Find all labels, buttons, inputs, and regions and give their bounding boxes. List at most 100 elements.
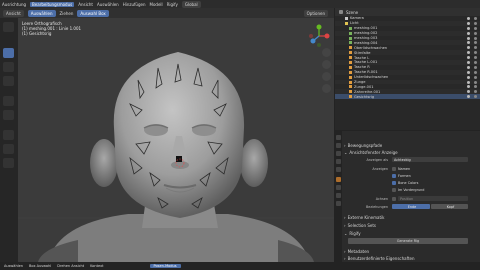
outliner-row[interactable]: meshing.003	[335, 36, 480, 41]
menu-item-rigify[interactable]: Rigify	[167, 2, 178, 7]
grid-view-icon[interactable]	[322, 84, 331, 93]
visibility-eye-icon[interactable]	[467, 36, 470, 40]
render-tab-icon[interactable]	[336, 143, 341, 148]
visibility-eye-icon[interactable]	[467, 46, 470, 50]
outliner-row[interactable]: Tasche R	[335, 65, 480, 70]
annotate-tool-icon[interactable]	[3, 96, 14, 106]
render-camera-icon[interactable]	[474, 85, 477, 89]
3d-viewport[interactable]	[18, 18, 334, 262]
section-viewport-display[interactable]: ⌄ Ansichtsfenster Anzeige	[344, 149, 478, 155]
roll-tool-icon[interactable]	[3, 158, 14, 168]
visibility-eye-icon[interactable]	[467, 65, 470, 69]
names-checkbox[interactable]	[392, 167, 396, 171]
render-camera-icon[interactable]	[474, 16, 477, 20]
render-camera-icon[interactable]	[474, 21, 477, 25]
shapes-checkbox[interactable]	[392, 174, 396, 178]
render-camera-icon[interactable]	[474, 46, 477, 50]
menu-item-ausrichtung[interactable]: Ausrichtung	[2, 2, 26, 7]
outliner-type-icon[interactable]	[339, 10, 343, 14]
visibility-eye-icon[interactable]	[467, 41, 470, 45]
outliner-row[interactable]: meshing.004	[335, 40, 480, 46]
render-camera-icon[interactable]	[474, 41, 477, 45]
physics-tab-icon[interactable]	[336, 193, 341, 198]
object-tab-icon[interactable]	[336, 177, 341, 182]
visibility-eye-icon[interactable]	[467, 70, 470, 74]
render-camera-icon[interactable]	[474, 60, 477, 64]
outliner-row[interactable]: Oberlidschwachen	[335, 45, 480, 50]
select-tool-icon[interactable]	[3, 22, 14, 32]
render-camera-icon[interactable]	[474, 95, 477, 99]
modifier-tab-icon[interactable]	[336, 185, 341, 190]
menu-item-modell[interactable]: Modell	[150, 2, 163, 7]
render-camera-icon[interactable]	[474, 51, 477, 55]
end-toggle[interactable]: Ende	[392, 204, 430, 209]
pose-mode-button[interactable]: Posen-Modus	[149, 264, 181, 268]
outliner-row[interactable]: Kamera	[335, 16, 480, 21]
render-camera-icon[interactable]	[474, 31, 477, 35]
render-camera-icon[interactable]	[474, 80, 477, 84]
outliner-row[interactable]: Zahnreihe.001	[335, 89, 480, 95]
render-camera-icon[interactable]	[474, 65, 477, 69]
scale-tool-icon[interactable]	[3, 76, 14, 86]
viewport-menu-ziehen[interactable]: Ziehen	[60, 11, 74, 16]
transform-orientation-dropdown[interactable]: Global	[181, 0, 201, 8]
outliner-row[interactable]: Zunge.001	[335, 84, 480, 89]
viewport-menu-auswaehlen[interactable]: Auswählen	[27, 9, 56, 17]
options-dropdown[interactable]: Optionen	[303, 9, 328, 17]
scene-tab-icon[interactable]	[336, 159, 341, 164]
visibility-eye-icon[interactable]	[467, 26, 470, 30]
select-box-dropdown[interactable]: Auswahl Box	[77, 9, 109, 17]
visibility-eye-icon[interactable]	[467, 31, 470, 35]
in-front-checkbox[interactable]	[392, 188, 396, 192]
head-toggle[interactable]: Kopf	[431, 204, 468, 209]
pan-hand-icon[interactable]	[322, 60, 331, 69]
move-tool-icon[interactable]	[3, 48, 14, 58]
menu-item-hinzufuegen[interactable]: Hinzufügen	[123, 2, 146, 7]
outliner-row[interactable]: meshing.001	[335, 26, 480, 31]
world-tab-icon[interactable]	[336, 167, 341, 172]
render-camera-icon[interactable]	[474, 56, 477, 60]
position-field[interactable]: Position	[398, 196, 468, 201]
section-motion-paths[interactable]: › Bewegungspfade	[344, 142, 478, 148]
generate-rig-button[interactable]: Generate Rig	[348, 238, 468, 244]
visibility-eye-icon[interactable]	[467, 80, 470, 84]
output-tab-icon[interactable]	[336, 151, 341, 156]
zoom-icon[interactable]	[322, 48, 331, 57]
visibility-eye-icon[interactable]	[467, 21, 470, 25]
viewport-menu-ansicht[interactable]: Ansicht	[3, 9, 24, 17]
outliner-row[interactable]: Tasche L	[335, 55, 480, 60]
outliner-row[interactable]: Gesichtsrig	[335, 94, 480, 100]
outliner-row[interactable]: Tasche R.001	[335, 69, 480, 75]
bone-size-tool-icon[interactable]	[3, 144, 14, 154]
bone-colors-checkbox[interactable]	[392, 181, 396, 185]
axes-checkbox[interactable]	[392, 197, 396, 201]
outliner-row[interactable]: Tasche L.001	[335, 60, 480, 65]
visibility-eye-icon[interactable]	[467, 16, 470, 20]
render-camera-icon[interactable]	[474, 75, 477, 79]
navigation-gizmo[interactable]	[307, 24, 331, 48]
render-camera-icon[interactable]	[474, 36, 477, 40]
visibility-eye-icon[interactable]	[467, 85, 470, 89]
rotate-tool-icon[interactable]	[3, 62, 14, 72]
section-selection-sets[interactable]: › Selection Sets	[344, 222, 478, 228]
render-camera-icon[interactable]	[474, 70, 477, 74]
extrude-tool-icon[interactable]	[3, 130, 14, 140]
camera-view-icon[interactable]	[322, 72, 331, 81]
visibility-eye-icon[interactable]	[467, 56, 470, 60]
measure-tool-icon[interactable]	[3, 110, 14, 120]
armature-data-tab-icon[interactable]	[336, 201, 341, 206]
visibility-eye-icon[interactable]	[467, 51, 470, 55]
section-custom-properties[interactable]: › Benutzerdefinierte Eigenschaften	[344, 255, 478, 261]
render-camera-icon[interactable]	[474, 26, 477, 30]
visibility-eye-icon[interactable]	[467, 90, 470, 94]
visibility-eye-icon[interactable]	[467, 75, 470, 79]
menu-item-ansicht[interactable]: Ansicht	[78, 2, 93, 7]
menu-item-auswaehlen[interactable]: Auswählen	[97, 2, 119, 7]
section-metadata[interactable]: › Metadaten	[344, 248, 478, 254]
section-inverse-kinematics[interactable]: › Externe Kinematik	[344, 214, 478, 220]
outliner-row[interactable]: Stirnfalte	[335, 50, 480, 56]
visibility-eye-icon[interactable]	[467, 95, 470, 99]
outliner-row[interactable]: meshing.002	[335, 30, 480, 36]
outliner-row[interactable]: Zunge	[335, 79, 480, 85]
section-rigify[interactable]: ⌄ Rigify	[344, 230, 478, 236]
